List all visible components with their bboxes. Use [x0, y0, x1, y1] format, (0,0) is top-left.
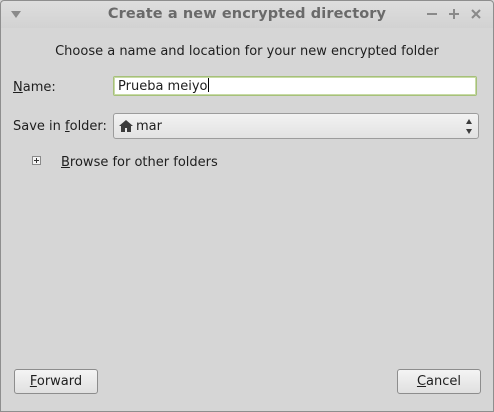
title-bar[interactable]: Create a new encrypted directory — [1, 1, 493, 28]
text-caret — [208, 78, 210, 92]
folder-select-value: mar — [136, 119, 162, 134]
expander-icon[interactable] — [32, 156, 41, 165]
cancel-button[interactable]: Cancel — [397, 369, 481, 394]
name-field[interactable]: Prueba meiyo — [113, 76, 477, 96]
folder-select[interactable]: mar — [113, 113, 479, 139]
name-label: Name: — [13, 80, 56, 95]
minimize-icon[interactable] — [425, 7, 439, 21]
save-in-folder-label: Save in folder: — [13, 119, 107, 134]
home-folder-icon — [119, 120, 133, 132]
browse-other-folders-expander[interactable]: Browse for other folders — [61, 155, 218, 170]
maximize-icon[interactable] — [447, 7, 461, 21]
forward-button[interactable]: Forward — [14, 369, 98, 394]
close-icon[interactable] — [469, 7, 483, 21]
select-arrows-icon — [466, 119, 472, 134]
window-title: Create a new encrypted directory — [107, 6, 387, 22]
dialog-intro-text: Choose a name and location for your new … — [55, 44, 439, 59]
dialog-window: Create a new encrypted directory Choose … — [0, 0, 494, 412]
